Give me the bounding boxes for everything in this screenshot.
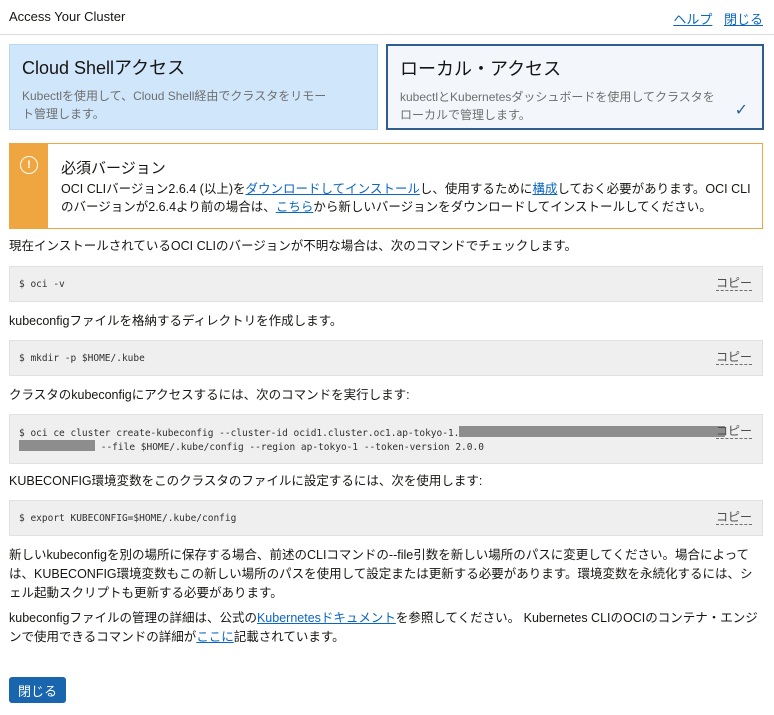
step-1-text: 現在インストールされているOCI CLIのバージョンが不明な場合は、次のコマンド… (9, 239, 578, 253)
warning-text-1: OCI CLIバージョン2.6.4 (以上)を (61, 182, 246, 196)
header-links: ヘルプ 閉じる (665, 9, 763, 28)
cloud-shell-access-option[interactable]: Cloud Shellアクセス Kubectlを使用して、Cloud Shell… (9, 44, 378, 130)
command-line-2: --file $HOME/.kube/config --region ap-to… (95, 442, 484, 453)
warning-title: 必須バージョン (61, 160, 166, 177)
code-block-mkdir: $ mkdir -p $HOME/.kube コピー (9, 340, 763, 376)
code-block-create-kubeconfig: $ oci ce cluster create-kubeconfig --clu… (9, 414, 763, 464)
here-link[interactable]: こちら (276, 200, 314, 214)
checkmark-icon: ✓ (734, 102, 748, 119)
local-desc-line1: kubectlとKubernetesダッシュボードを使用してクラスタを (400, 90, 715, 104)
kubernetes-docs-link[interactable]: Kubernetesドキュメント (257, 611, 396, 625)
required-version-warning: ! 必須バージョン OCI CLIバージョン2.6.4 (以上)をダウンロードし… (9, 143, 763, 229)
warning-strip: ! (10, 144, 48, 228)
note2-text-1: kubeconfigファイルの管理の詳細は、公式の (9, 611, 257, 625)
dialog-title: Access Your Cluster (9, 9, 126, 24)
redacted-cluster-id-cont (19, 440, 95, 451)
cloud-shell-desc: Kubectlを使用して、Cloud Shell経由でクラスタをリモー ト管理し… (22, 87, 365, 123)
local-desc-line2: ローカルで管理します。 (400, 108, 531, 122)
warning-icon: ! (20, 156, 38, 174)
code-block-oci-version: $ oci -v コピー (9, 266, 763, 302)
step-4-text: KUBECONFIG環境変数をこのクラスタのファイルに設定するには、次を使用しま… (9, 474, 483, 488)
command-text: $ oci -v (19, 279, 65, 290)
warning-text-4: から新しいバージョンをダウンロードしてインストールしてください。 (313, 200, 712, 214)
download-install-link[interactable]: ダウンロードしてインストール (246, 182, 420, 196)
copy-button[interactable]: コピー (715, 510, 752, 525)
copy-button[interactable]: コピー (715, 276, 752, 291)
local-access-desc: kubectlとKubernetesダッシュボードを使用してクラスタを ローカル… (400, 88, 750, 124)
step-2-text: kubeconfigファイルを格納するディレクトリを作成します。 (9, 314, 343, 328)
close-button[interactable]: 閉じる (9, 677, 66, 703)
dialog-header: Access Your Cluster ヘルプ 閉じる (0, 0, 774, 35)
cloud-shell-desc-line1: Kubectlを使用して、Cloud Shell経由でクラスタをリモー (22, 89, 327, 103)
access-options: Cloud Shellアクセス Kubectlを使用して、Cloud Shell… (9, 44, 764, 132)
command-text: $ export KUBECONFIG=$HOME/.kube/config (19, 513, 237, 524)
command-text: $ oci ce cluster create-kubeconfig --clu… (19, 426, 726, 454)
copy-button[interactable]: コピー (715, 350, 752, 365)
warning-text-2: し、使用するために (419, 182, 533, 196)
step-3-text: クラスタのkubeconfigにアクセスするには、次のコマンドを実行します: (9, 388, 410, 402)
cloud-shell-title: Cloud Shellアクセス (22, 58, 186, 78)
local-access-option[interactable]: ローカル・アクセス kubectlとKubernetesダッシュボードを使用して… (386, 44, 764, 130)
configure-link[interactable]: 構成 (532, 182, 557, 196)
redacted-cluster-id (459, 426, 726, 437)
command-text: $ mkdir -p $HOME/.kube (19, 353, 145, 364)
note-kubeconfig-docs: kubeconfigファイルの管理の詳細は、公式のKubernetesドキュメン… (9, 609, 765, 647)
note2-text-3: 記載されています。 (233, 630, 345, 644)
close-link[interactable]: 閉じる (724, 12, 763, 27)
commands-here-link[interactable]: ここに (196, 630, 234, 644)
local-access-title: ローカル・アクセス (400, 59, 562, 79)
command-line-1: $ oci ce cluster create-kubeconfig --clu… (19, 428, 460, 439)
help-link[interactable]: ヘルプ (673, 12, 712, 27)
code-block-export-kubeconfig: $ export KUBECONFIG=$HOME/.kube/config コ… (9, 500, 763, 536)
warning-body: OCI CLIバージョン2.6.4 (以上)をダウンロードしてインストールし、使… (61, 180, 751, 216)
note-kubeconfig-location: 新しいkubeconfigを別の場所に保存する場合、前述のCLIコマンドの--f… (9, 548, 753, 600)
copy-button[interactable]: コピー (715, 424, 752, 439)
cloud-shell-desc-line2: ト管理します。 (22, 107, 105, 121)
